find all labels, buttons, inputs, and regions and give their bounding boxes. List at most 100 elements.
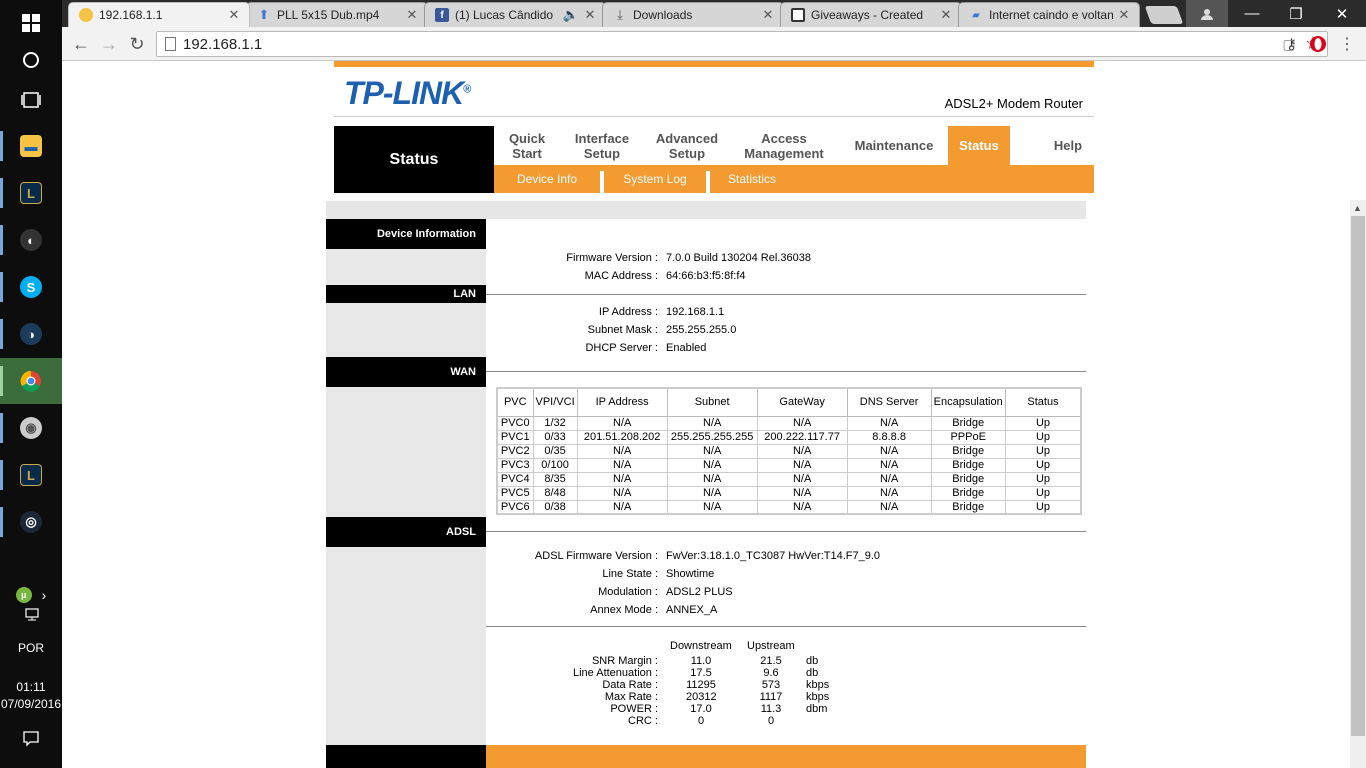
wan-table-cell: 1/32	[532, 415, 578, 431]
wan-table-cell: N/A	[576, 457, 668, 473]
reload-button[interactable]: ↻	[126, 33, 148, 55]
browser-tab-giveaways[interactable]: Giveaways - Created ✕	[780, 2, 962, 27]
logo-registered-mark: ®	[463, 83, 471, 96]
menu-access-management[interactable]: Access Management	[736, 126, 832, 165]
input-language[interactable]: POR	[0, 641, 62, 655]
close-tab-icon[interactable]: ✕	[227, 7, 241, 23]
action-center-button[interactable]	[0, 716, 62, 762]
menu-maintenance[interactable]: Maintenance	[846, 126, 942, 165]
wan-table-row: PVC4 8/35 N/A N/A N/A N/A Bridge Up	[496, 471, 1082, 487]
col-ip-address: IP Address	[576, 387, 668, 417]
wan-table-row: PVC2 0/35 N/A N/A N/A N/A Bridge Up	[496, 443, 1082, 459]
submenu-system-log[interactable]: System Log	[604, 165, 706, 193]
taskbar-league-game[interactable]: L	[0, 452, 62, 498]
person-icon	[1201, 8, 1213, 20]
close-tab-icon[interactable]: ✕	[405, 7, 419, 23]
wan-table-cell: Bridge	[930, 471, 1006, 487]
browser-toolbar: ← → ↻ 192.168.1.1 ⚷ ☆ ▢ ⋮	[62, 27, 1366, 61]
reload-icon: ↻	[129, 33, 145, 54]
submenu-statistics[interactable]: Statistics	[710, 165, 794, 193]
speaker-playing-icon[interactable]: 🔈	[559, 7, 583, 23]
chrome-menu-button[interactable]: ⋮	[1336, 33, 1358, 55]
line-state-label: Line State :	[602, 568, 658, 580]
minimize-button[interactable]: —	[1230, 0, 1274, 27]
wan-table-cell: Up	[1004, 443, 1082, 459]
forward-button[interactable]: →	[98, 33, 120, 55]
page-scrollbar[interactable]: ▲	[1350, 200, 1366, 768]
content-top-bar	[326, 201, 1086, 219]
windows-logo-icon	[22, 14, 40, 32]
browser-tab-facebook[interactable]: f (1) Lucas Cândido 🔈 ✕	[424, 2, 606, 27]
wan-table-cell: N/A	[666, 499, 758, 515]
browser-tab-router[interactable]: 192.168.1.1 ✕	[68, 2, 250, 27]
scroll-up-icon[interactable]: ▲	[1353, 203, 1362, 213]
stat-unit: dbm	[806, 703, 828, 715]
wan-table-row: PVC3 0/100 N/A N/A N/A N/A Bridge Up	[496, 457, 1082, 473]
close-window-button[interactable]: ✕	[1320, 0, 1364, 27]
annex-mode-value: ANNEX_A	[666, 604, 718, 616]
maximize-button[interactable]: ❐	[1274, 0, 1318, 27]
tray-network[interactable]	[0, 600, 62, 630]
speaker-icon: ◉	[20, 417, 42, 439]
footer-orange-bar	[486, 745, 1086, 768]
clock-date[interactable]: 07/09/2016	[0, 697, 62, 711]
wan-table-cell: N/A	[846, 457, 932, 473]
taskbar-steam[interactable]: ◎	[0, 499, 62, 545]
close-tab-icon[interactable]: ✕	[761, 7, 775, 23]
teamspeak-icon: ◑	[20, 323, 42, 345]
address-url[interactable]: 192.168.1.1	[183, 36, 262, 53]
mac-address-value: 64:66:b3:f5:8f:f4	[666, 270, 746, 282]
menu-status[interactable]: Status	[948, 126, 1010, 165]
task-view-button[interactable]	[0, 77, 62, 123]
browser-tab-forum[interactable]: ▰ Internet caindo e voltan ✕	[958, 2, 1140, 27]
profile-button[interactable]	[1186, 0, 1228, 27]
wan-table-row: PVC0 1/32 N/A N/A N/A N/A Bridge Up	[496, 415, 1082, 431]
taskbar-skype[interactable]: S	[0, 264, 62, 310]
submenu-device-info[interactable]: Device Info	[494, 165, 600, 193]
wan-table-body: PVC0 1/32 N/A N/A N/A N/A Bridge Up PVC1 0/33 201.…	[496, 415, 1082, 515]
stat-unit: db	[806, 655, 819, 667]
taskbar-league-client[interactable]: L	[0, 170, 62, 216]
menu-help[interactable]: Help	[1042, 126, 1094, 165]
browser-tab-downloads[interactable]: ⤓ Downloads ✕	[602, 2, 784, 27]
section-device-information: Device Information	[326, 219, 486, 249]
col-encapsulation: Encapsulation	[930, 387, 1006, 417]
wan-table-cell: Up	[1004, 485, 1082, 501]
opera-extension-button[interactable]	[1307, 33, 1329, 55]
tab-title: (1) Lucas Cândido	[455, 8, 554, 22]
wan-table-cell: N/A	[576, 443, 668, 459]
wan-table-cell: Up	[1004, 499, 1082, 515]
section-wan: WAN	[326, 357, 486, 387]
close-tab-icon[interactable]: ✕	[583, 7, 597, 23]
annex-mode-label: Annex Mode :	[590, 604, 658, 616]
new-tab-button[interactable]	[1144, 6, 1184, 24]
menu-advanced-setup[interactable]: Advanced Setup	[646, 126, 728, 165]
clock-time[interactable]: 01:11	[0, 680, 62, 694]
arrow-left-icon: ←	[72, 33, 90, 54]
menu-interface-setup[interactable]: Interface Setup	[568, 126, 636, 165]
taskbar-chrome[interactable]	[0, 358, 62, 404]
extension-button[interactable]: ▢	[1278, 33, 1300, 55]
wan-table-cell: Bridge	[930, 443, 1006, 459]
modulation-label: Modulation :	[598, 586, 658, 598]
taskbar-file-explorer[interactable]: ▬	[0, 123, 62, 169]
close-tab-icon[interactable]: ✕	[1117, 7, 1131, 23]
extension-icon: ▢	[1282, 35, 1296, 52]
subnet-mask-label: Subnet Mask :	[587, 324, 658, 336]
menu-quick-start[interactable]: Quick Start	[494, 126, 560, 165]
close-tab-icon[interactable]: ✕	[939, 7, 953, 23]
task-view-icon	[21, 92, 41, 108]
taskbar-teamspeak[interactable]: ◑	[0, 311, 62, 357]
browser-tab-video[interactable]: ⬆ PLL 5x15 Dub.mp4 ✕	[246, 2, 428, 27]
download-icon: ⤓	[617, 7, 623, 22]
scrollbar-thumb[interactable]	[1351, 216, 1365, 736]
address-bar[interactable]: 192.168.1.1 ⚷ ☆	[156, 31, 1328, 57]
taskbar-app-3[interactable]: ◐	[0, 217, 62, 263]
wan-table-cell: 0/38	[532, 499, 578, 515]
line-state-value: Showtime	[666, 568, 715, 580]
stat-unit: kbps	[806, 679, 830, 691]
lan-ip-value: 192.168.1.1	[666, 306, 725, 318]
back-button[interactable]: ←	[70, 33, 92, 55]
downstream-header: Downstream	[670, 640, 732, 652]
taskbar-app-8[interactable]: ◉	[0, 405, 62, 451]
